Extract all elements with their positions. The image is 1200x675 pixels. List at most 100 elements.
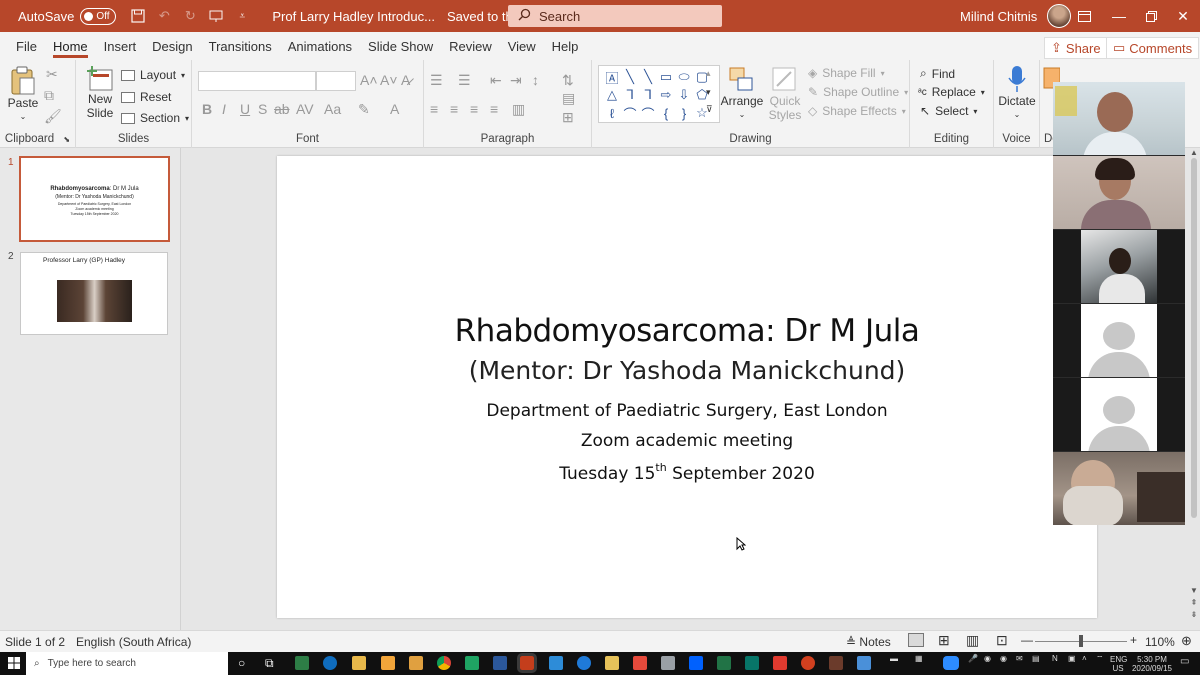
tray-zoom-icon[interactable] (943, 656, 959, 670)
slide-canvas[interactable]: Rhabdomyosarcoma: Dr M Jula (Mentor: Dr … (277, 156, 1097, 618)
rectangle-shape-icon[interactable]: ▭ (657, 68, 675, 86)
undo-icon[interactable]: ↶ (156, 8, 172, 24)
close-icon[interactable]: ✕ (1166, 0, 1200, 32)
slide-line-department[interactable]: Department of Paediatric Surgery, East L… (277, 401, 1097, 421)
underline-icon[interactable]: U (240, 101, 250, 117)
highlight-icon[interactable]: ✎ (358, 101, 370, 118)
font-name-input[interactable] (198, 71, 316, 91)
align-text-icon[interactable]: ▤ (562, 90, 575, 107)
tab-home[interactable]: Home (45, 32, 96, 60)
taskbar-app-icon[interactable] (409, 656, 423, 670)
taskbar-explorer-icon[interactable] (352, 656, 366, 670)
minimize-icon[interactable]: — (1102, 0, 1136, 32)
gallery-up-icon[interactable]: ▴ (706, 68, 711, 79)
increase-indent-icon[interactable]: ⇥ (510, 72, 522, 89)
taskbar-app-icon[interactable] (295, 656, 309, 670)
tab-review[interactable]: Review (441, 32, 500, 60)
arrange-button[interactable]: Arrange ⌄ (720, 66, 764, 122)
tray-icon[interactable]: ◉ (984, 654, 991, 663)
line-shape-icon[interactable]: ╲ (639, 68, 657, 86)
smartart-icon[interactable]: ⊞ (562, 109, 574, 126)
slide-line-date[interactable]: Tuesday 15th September 2020 (277, 461, 1097, 484)
taskbar-excel-icon[interactable] (717, 656, 731, 670)
dialog-launcher-icon[interactable]: ⬊ (63, 135, 70, 144)
taskbar-word-icon[interactable] (493, 656, 507, 670)
tab-view[interactable]: View (500, 32, 544, 60)
find-button[interactable]: ⌕ Find (920, 66, 955, 81)
reading-view-icon[interactable]: ▥ (966, 632, 979, 649)
bullets-icon[interactable]: ☰ (430, 72, 443, 89)
zoom-level[interactable]: 110% (1145, 635, 1175, 649)
fit-to-window-icon[interactable]: ⊕ (1181, 633, 1192, 649)
shape-effects-button[interactable]: ◇ Shape Effects ▾ (808, 104, 906, 118)
italic-icon[interactable]: I (222, 101, 226, 117)
slide-sorter-icon[interactable]: ⊞ (938, 632, 950, 649)
arc-shape-icon[interactable]: ⌒ (621, 104, 639, 122)
language-indicator[interactable]: English (South Africa) (76, 635, 191, 649)
taskbar-drive-icon[interactable] (465, 656, 479, 670)
network-icon[interactable]: ⌔ (1096, 654, 1104, 663)
strikethrough-icon[interactable]: ab (274, 101, 290, 117)
participant-video-4[interactable] (1053, 304, 1185, 377)
copy-icon[interactable]: ⧉ (44, 87, 54, 104)
numbering-icon[interactable]: ☰ (458, 72, 471, 89)
connector-shape-icon[interactable]: ᒣ (621, 86, 639, 104)
tray-icon[interactable]: ✉ (1016, 654, 1023, 663)
increase-font-size-icon[interactable]: A˄ (360, 72, 378, 88)
restore-icon[interactable] (1134, 0, 1168, 32)
windows-start-icon[interactable] (8, 657, 20, 672)
show-hidden-icons-icon[interactable]: ˄ (1082, 654, 1087, 663)
taskbar-app-icon[interactable] (829, 656, 843, 670)
share-button[interactable]: ⇪ Share (1044, 37, 1108, 59)
taskbar-app-icon[interactable] (605, 656, 619, 670)
ribbon-display-options-icon[interactable] (1067, 0, 1101, 32)
new-slide-button[interactable]: New Slide (82, 66, 118, 120)
slide-title[interactable]: Rhabdomyosarcoma: Dr M Jula (277, 313, 1097, 349)
align-right-icon[interactable]: ≡ (470, 101, 478, 117)
dictate-button[interactable]: Dictate ⌄ (998, 64, 1036, 122)
keyboard-language[interactable]: ENG US (1110, 655, 1127, 673)
user-account[interactable]: Milind Chitnis (960, 0, 1072, 32)
shape-fill-button[interactable]: ◈ Shape Fill ▾ (808, 66, 885, 80)
justify-icon[interactable]: ≡ (490, 101, 498, 117)
taskbar-app-icon[interactable] (661, 656, 675, 670)
triangle-shape-icon[interactable]: △ (603, 86, 621, 104)
slide-line-meeting[interactable]: Zoom academic meeting (277, 431, 1097, 451)
clear-formatting-icon[interactable]: A̷ (401, 72, 410, 88)
tray-icon[interactable]: ◉ (1000, 654, 1007, 663)
scroll-down-icon[interactable]: ▼ (1188, 586, 1200, 595)
tab-file[interactable]: File (8, 32, 45, 60)
tray-icon[interactable]: ▬ (890, 654, 898, 663)
right-brace-shape-icon[interactable]: } (675, 104, 693, 122)
select-button[interactable]: ↖ Select ▾ (920, 104, 977, 118)
section-button[interactable]: Section ▾ (121, 111, 189, 125)
slide-show-icon[interactable]: ⊡ (996, 632, 1008, 649)
notes-button[interactable]: ≜ Notes (846, 635, 891, 649)
bold-icon[interactable]: B (202, 101, 212, 117)
participant-video-1[interactable] (1053, 82, 1185, 155)
next-slide-icon[interactable]: ⇟ (1188, 610, 1200, 619)
tab-slide-show[interactable]: Slide Show (360, 32, 441, 60)
tab-transitions[interactable]: Transitions (201, 32, 280, 60)
zoom-slider-knob[interactable] (1079, 635, 1083, 647)
slide-subtitle[interactable]: (Mentor: Dr Yashoda Manickchund) (277, 356, 1097, 385)
scrollbar-thumb[interactable] (1191, 158, 1197, 518)
taskbar-app-icon[interactable] (549, 656, 563, 670)
tab-help[interactable]: Help (544, 32, 587, 60)
curve-shape-icon[interactable]: ⌒ (639, 104, 657, 122)
cut-icon[interactable]: ✂ (46, 66, 58, 83)
shape-outline-button[interactable]: ✎ Shape Outline ▾ (808, 85, 908, 99)
tray-icon[interactable]: ▦ (915, 654, 923, 663)
tray-icon[interactable]: ▤ (1032, 654, 1040, 663)
start-from-beginning-icon[interactable] (208, 8, 224, 24)
save-icon[interactable] (130, 8, 146, 24)
decrease-indent-icon[interactable]: ⇤ (490, 72, 502, 89)
align-center-icon[interactable]: ≡ (450, 101, 458, 117)
autosave-control[interactable]: AutoSave Off (18, 7, 117, 25)
change-case-icon[interactable]: Aa (324, 101, 341, 117)
participant-video-3[interactable] (1053, 230, 1185, 303)
slide-thumbnail-1[interactable]: Rhabdomyosarcoma: Dr M Jula (Mentor: Dr … (19, 156, 170, 242)
taskbar-ie-icon[interactable] (577, 656, 591, 670)
reset-button[interactable]: Reset (121, 90, 171, 104)
gallery-more-icon[interactable]: ⊽ (706, 104, 713, 115)
